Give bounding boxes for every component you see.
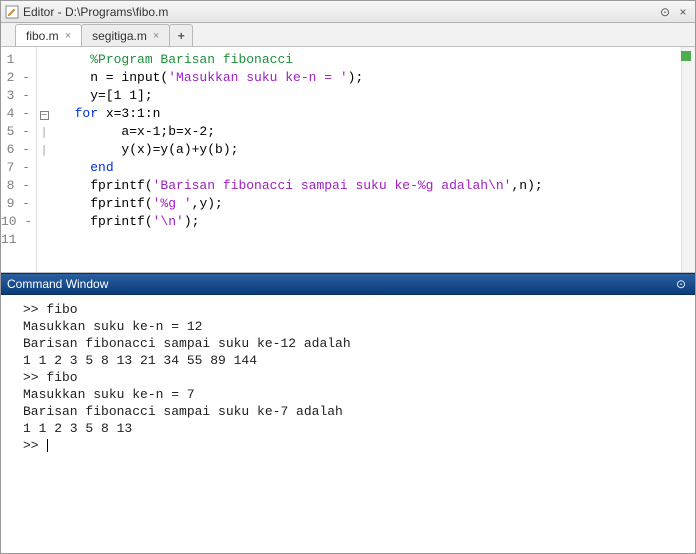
fold-marker: [37, 87, 51, 105]
command-window[interactable]: >> fiboMasukkan suku ke-n = 12Barisan fi…: [1, 295, 695, 553]
fold-marker: [37, 69, 51, 87]
code-line[interactable]: fprintf('\n');: [59, 213, 695, 231]
fold-marker: [37, 213, 51, 231]
line-number: 4 -: [1, 105, 36, 123]
code-lines[interactable]: %Program Barisan fibonacci n = input('Ma…: [51, 47, 695, 272]
command-window-titlebar: Command Window ⊙: [1, 273, 695, 295]
code-line[interactable]: for x=3:1:n: [59, 105, 695, 123]
editor-expand-button[interactable]: ⊙: [657, 4, 673, 20]
editor-close-button[interactable]: ×: [675, 4, 691, 20]
line-number: 7 -: [1, 159, 36, 177]
tab-close-icon[interactable]: ×: [153, 30, 159, 42]
pencil-icon: [5, 5, 19, 19]
line-number: 3 -: [1, 87, 36, 105]
code-line[interactable]: end: [59, 159, 695, 177]
fold-marker: [37, 177, 51, 195]
line-number: 9 -: [1, 195, 36, 213]
line-number: 5 -: [1, 123, 36, 141]
tab-label: fibo.m: [26, 29, 59, 43]
tab-add-button[interactable]: +: [169, 24, 193, 46]
code-line[interactable]: fprintf('Barisan fibonacci sampai suku k…: [59, 177, 695, 195]
fold-marker: [37, 159, 51, 177]
fold-marker: |: [37, 141, 51, 159]
text-cursor: [47, 439, 48, 452]
tab-segitiga[interactable]: segitiga.m ×: [81, 24, 170, 46]
code-line[interactable]: a=x-1;b=x-2;: [59, 123, 695, 141]
command-line: Barisan fibonacci sampai suku ke-7 adala…: [7, 403, 689, 420]
editor-right-strip: [681, 47, 695, 272]
tab-label: segitiga.m: [92, 29, 147, 43]
code-line[interactable]: %Program Barisan fibonacci: [59, 51, 695, 69]
line-number-gutter: 1 2 -3 -4 -5 -6 -7 -8 -9 -10 -11: [1, 47, 37, 272]
command-line: 1 1 2 3 5 8 13 21 34 55 89 144: [7, 352, 689, 369]
tab-close-icon[interactable]: ×: [65, 30, 71, 42]
command-line: Masukkan suku ke-n = 12: [7, 318, 689, 335]
plus-icon: +: [178, 29, 185, 43]
fold-marker: |: [37, 123, 51, 141]
command-line: >> fibo: [7, 301, 689, 318]
editor-title: Editor - D:\Programs\fibo.m: [23, 5, 653, 19]
line-number: 2 -: [1, 69, 36, 87]
code-line[interactable]: y(x)=y(a)+y(b);: [59, 141, 695, 159]
command-window-expand-button[interactable]: ⊙: [673, 276, 689, 292]
tab-fibo[interactable]: fibo.m ×: [15, 24, 82, 46]
code-status-ok-icon: [681, 51, 691, 61]
line-number: 10 -: [1, 213, 36, 231]
code-fold-gutter: –||: [37, 47, 51, 272]
fold-marker: [37, 51, 51, 69]
code-editor[interactable]: 1 2 -3 -4 -5 -6 -7 -8 -9 -10 -11 –|| %Pr…: [1, 47, 695, 273]
fold-marker: [37, 195, 51, 213]
line-number: 6 -: [1, 141, 36, 159]
command-line: Barisan fibonacci sampai suku ke-12 adal…: [7, 335, 689, 352]
code-line[interactable]: n = input('Masukkan suku ke-n = ');: [59, 69, 695, 87]
line-number: 11: [1, 231, 36, 249]
line-number: 1: [1, 51, 36, 69]
command-window-title: Command Window: [7, 277, 673, 291]
code-line[interactable]: fprintf('%g ',y);: [59, 195, 695, 213]
code-line[interactable]: [59, 231, 695, 249]
command-line: >> fibo: [7, 369, 689, 386]
code-line[interactable]: y=[1 1];: [59, 87, 695, 105]
fold-marker[interactable]: –: [37, 105, 51, 123]
fold-marker: [37, 231, 51, 249]
command-line: 1 1 2 3 5 8 13: [7, 420, 689, 437]
editor-titlebar: Editor - D:\Programs\fibo.m ⊙ ×: [1, 1, 695, 23]
editor-tabs: fibo.m × segitiga.m × +: [1, 23, 695, 47]
command-line: Masukkan suku ke-n = 7: [7, 386, 689, 403]
line-number: 8 -: [1, 177, 36, 195]
command-prompt[interactable]: >> fx: [7, 437, 689, 454]
